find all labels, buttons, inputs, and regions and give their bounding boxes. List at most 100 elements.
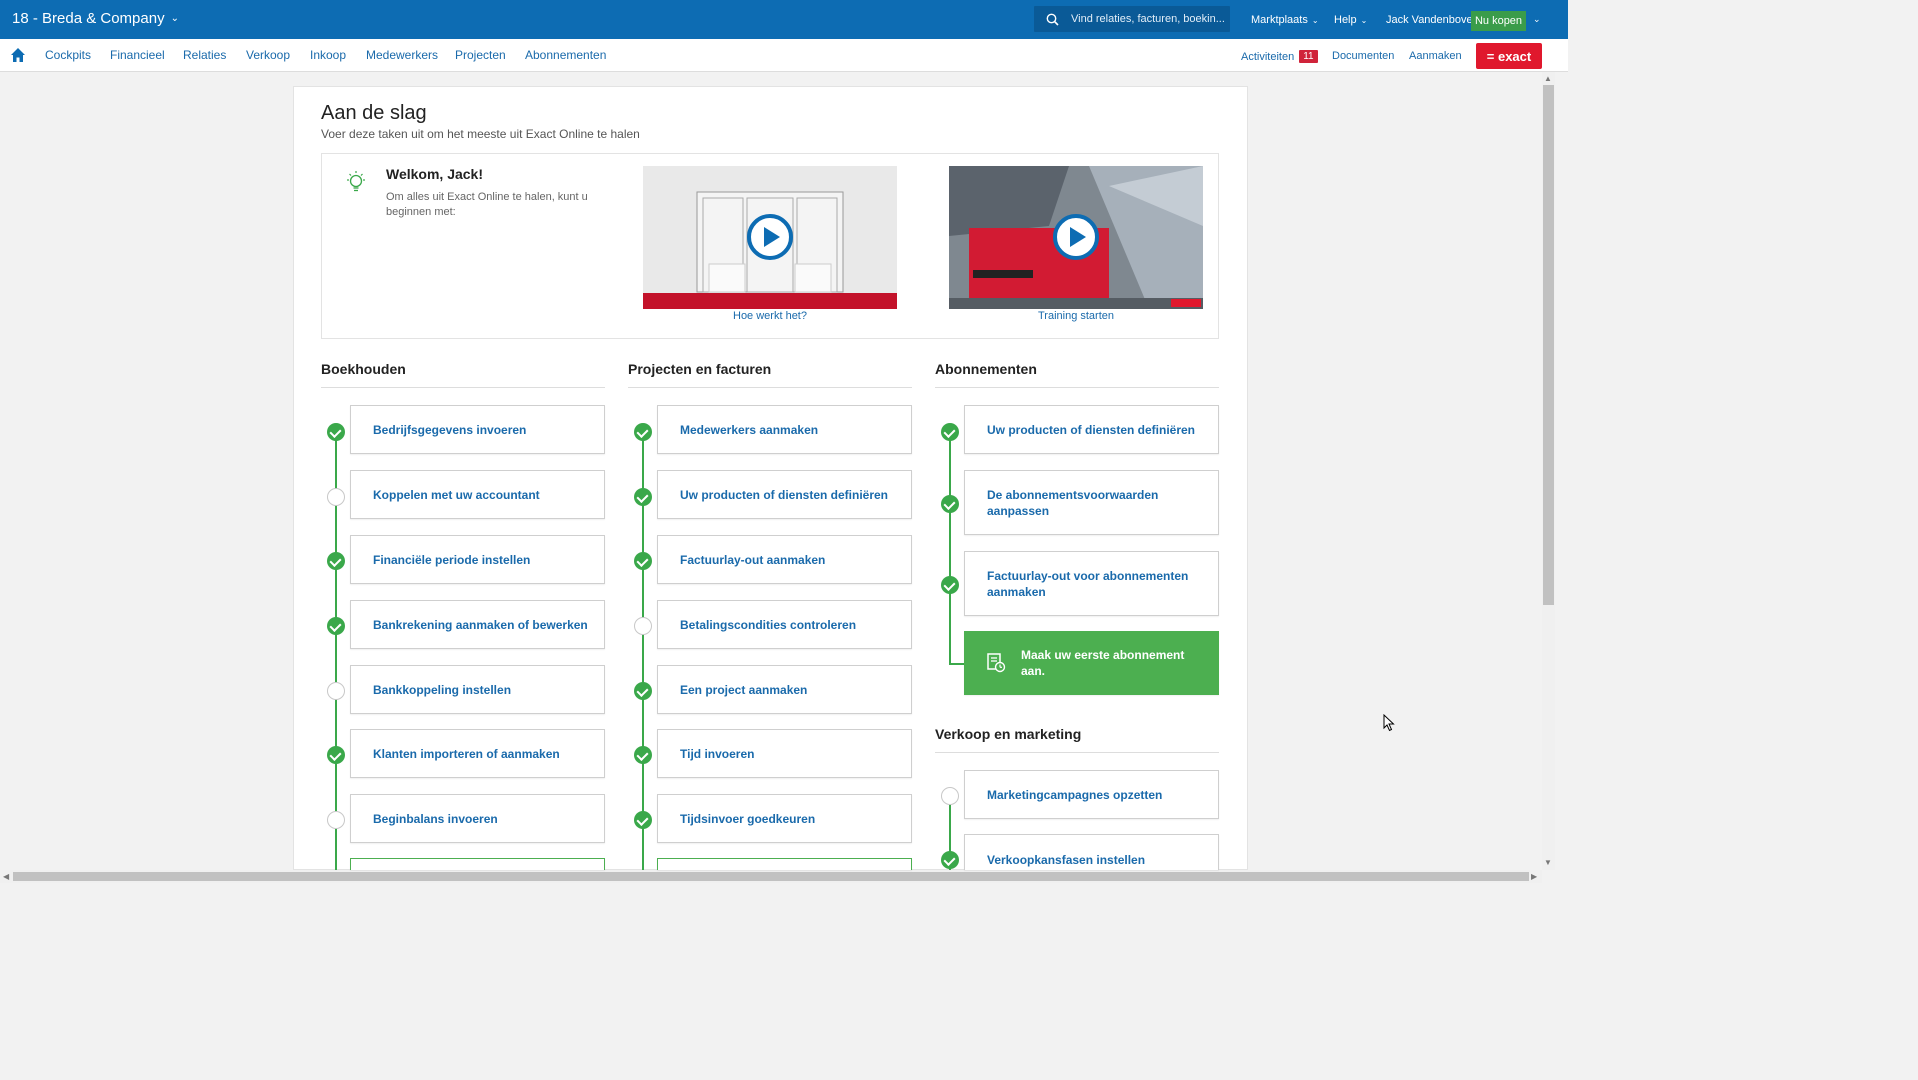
task-producten-diensten[interactable]: Uw producten of diensten definiëren xyxy=(657,470,912,519)
home-icon[interactable] xyxy=(10,47,26,63)
task-project-aanmaken[interactable]: Een project aanmaken xyxy=(657,665,912,714)
play-icon[interactable] xyxy=(1053,214,1099,260)
check-done-icon xyxy=(941,576,959,594)
buy-now-button[interactable]: Nu kopen xyxy=(1471,11,1526,31)
help-label: Help xyxy=(1334,14,1357,26)
page-subtitle: Voer deze taken uit om het meeste uit Ex… xyxy=(321,127,640,141)
check-done-icon xyxy=(941,851,959,869)
task-factuurlay-out-abo[interactable]: Factuurlay-out voor abonnementen aanmake… xyxy=(964,551,1219,616)
marktplaats-menu[interactable]: Marktplaats ⌄ xyxy=(1251,14,1319,26)
section-divider xyxy=(935,387,1219,388)
nav-abonnementen[interactable]: Abonnementen xyxy=(525,48,606,62)
how-it-works-link[interactable]: Hoe werkt het? xyxy=(643,310,897,322)
task-beginbalans[interactable]: Beginbalans invoeren xyxy=(350,794,605,843)
horizontal-scrollbar-thumb[interactable] xyxy=(13,872,1529,881)
chevron-down-icon: ⌄ xyxy=(1311,15,1319,25)
check-done-icon xyxy=(634,682,652,700)
welcome-title: Welkom, Jack! xyxy=(386,166,484,182)
nav-projecten[interactable]: Projecten xyxy=(455,48,506,62)
search-placeholder: Vind relaties, facturen, boekin... xyxy=(1071,13,1225,25)
check-done-icon xyxy=(327,423,345,441)
check-done-icon xyxy=(941,423,959,441)
task-bankrekening[interactable]: Bankrekening aanmaken of bewerken xyxy=(350,600,605,649)
top-bar: 18 - Breda & Company ⌄ Vind relaties, fa… xyxy=(0,0,1568,39)
section-divider xyxy=(628,387,912,388)
scroll-down-arrow-icon[interactable]: ▼ xyxy=(1544,858,1552,867)
video-thumbnail-training[interactable] xyxy=(949,166,1203,309)
task-financiele-periode[interactable]: Financiële periode instellen xyxy=(350,535,605,584)
task-bedrijfsgegevens[interactable]: Bedrijfsgegevens invoeren xyxy=(350,405,605,454)
subscription-document-icon xyxy=(987,653,1006,673)
task-medewerkers-aanmaken[interactable]: Medewerkers aanmaken xyxy=(657,405,912,454)
chevron-down-icon: ⌄ xyxy=(1360,15,1368,25)
section-title-abonnementen: Abonnementen xyxy=(935,361,1037,377)
search-box[interactable]: Vind relaties, facturen, boekin... xyxy=(1034,6,1230,32)
check-done-icon xyxy=(327,552,345,570)
mouse-cursor-icon xyxy=(1383,714,1395,732)
check-done-icon xyxy=(634,488,652,506)
task-next-partial[interactable] xyxy=(350,858,605,870)
task-betalingscondities[interactable]: Betalingscondities controleren xyxy=(657,600,912,649)
section-title-verkoop-marketing: Verkoop en marketing xyxy=(935,726,1082,742)
check-done-icon xyxy=(327,617,345,635)
check-open-icon xyxy=(634,617,652,635)
check-done-icon xyxy=(634,423,652,441)
user-name: Jack Vandenbove xyxy=(1386,14,1473,26)
section-divider xyxy=(935,752,1219,753)
task-producten-diensten-abo[interactable]: Uw producten of diensten definiëren xyxy=(964,405,1219,454)
task-verkoopkansfasen[interactable]: Verkoopkansfasen instellen xyxy=(964,834,1219,870)
nav-verkoop[interactable]: Verkoop xyxy=(246,48,290,62)
check-open-icon xyxy=(941,787,959,805)
scroll-left-arrow-icon[interactable]: ◀ xyxy=(3,872,9,881)
task-factuurlay-out[interactable]: Factuurlay-out aanmaken xyxy=(657,535,912,584)
check-done-icon xyxy=(327,746,345,764)
vertical-scrollbar-thumb[interactable] xyxy=(1543,85,1554,605)
task-klanten-importeren[interactable]: Klanten importeren of aanmaken xyxy=(350,729,605,778)
company-name: 18 - Breda & Company xyxy=(12,10,165,27)
nav-financieel[interactable]: Financieel xyxy=(110,48,165,62)
main-nav: Cockpits Financieel Relaties Verkoop Ink… xyxy=(0,39,1568,72)
task-next-partial[interactable] xyxy=(657,858,912,870)
search-icon xyxy=(1046,13,1059,26)
aanmaken-link[interactable]: Aanmaken xyxy=(1409,50,1462,62)
user-menu[interactable]: Jack Vandenbove xyxy=(1386,14,1473,26)
nav-relaties[interactable]: Relaties xyxy=(183,48,226,62)
scroll-right-arrow-icon[interactable]: ▶ xyxy=(1531,872,1537,881)
page-title: Aan de slag xyxy=(321,102,427,124)
check-done-icon xyxy=(634,746,652,764)
activiteiten-count-badge: 11 xyxy=(1299,50,1318,63)
task-bankkoppeling[interactable]: Bankkoppeling instellen xyxy=(350,665,605,714)
welcome-text: Om alles uit Exact Online te halen, kunt… xyxy=(386,191,588,218)
company-selector[interactable]: 18 - Breda & Company ⌄ xyxy=(12,10,179,27)
play-icon[interactable] xyxy=(747,214,793,260)
task-tijdsinvoer-goedkeuren[interactable]: Tijdsinvoer goedkeuren xyxy=(657,794,912,843)
progress-line-connector xyxy=(949,663,965,665)
documenten-link[interactable]: Documenten xyxy=(1332,50,1394,62)
task-marketingcampagnes[interactable]: Marketingcampagnes opzetten xyxy=(964,770,1219,819)
task-koppelen-accountant[interactable]: Koppelen met uw accountant xyxy=(350,470,605,519)
section-title-boekhouden: Boekhouden xyxy=(321,361,406,377)
video-thumbnail-how-it-works[interactable] xyxy=(643,166,897,309)
nav-cockpits[interactable]: Cockpits xyxy=(45,48,91,62)
check-open-icon xyxy=(327,682,345,700)
nav-inkoop[interactable]: Inkoop xyxy=(310,48,346,62)
training-start-link[interactable]: Training starten xyxy=(949,310,1203,322)
lightbulb-icon xyxy=(347,171,365,192)
activiteiten-link[interactable]: Activiteiten 11 xyxy=(1241,50,1318,63)
chevron-down-icon[interactable]: ⌄ xyxy=(1533,14,1541,25)
activiteiten-label: Activiteiten xyxy=(1241,50,1295,63)
scroll-up-arrow-icon[interactable]: ▲ xyxy=(1544,74,1552,83)
task-abonnementsvoorwaarden[interactable]: De abonnementsvoorwaarden aanpassen xyxy=(964,470,1219,535)
progress-line xyxy=(949,432,951,665)
check-open-icon xyxy=(327,811,345,829)
help-menu[interactable]: Help ⌄ xyxy=(1334,14,1367,26)
chevron-down-icon: ⌄ xyxy=(170,13,179,24)
check-done-icon xyxy=(941,495,959,513)
exact-logo[interactable]: = exact xyxy=(1476,43,1542,69)
check-done-icon xyxy=(634,811,652,829)
check-open-icon xyxy=(327,488,345,506)
nav-medewerkers[interactable]: Medewerkers xyxy=(366,48,438,62)
section-divider xyxy=(321,387,605,388)
task-tijd-invoeren[interactable]: Tijd invoeren xyxy=(657,729,912,778)
marktplaats-label: Marktplaats xyxy=(1251,14,1308,26)
